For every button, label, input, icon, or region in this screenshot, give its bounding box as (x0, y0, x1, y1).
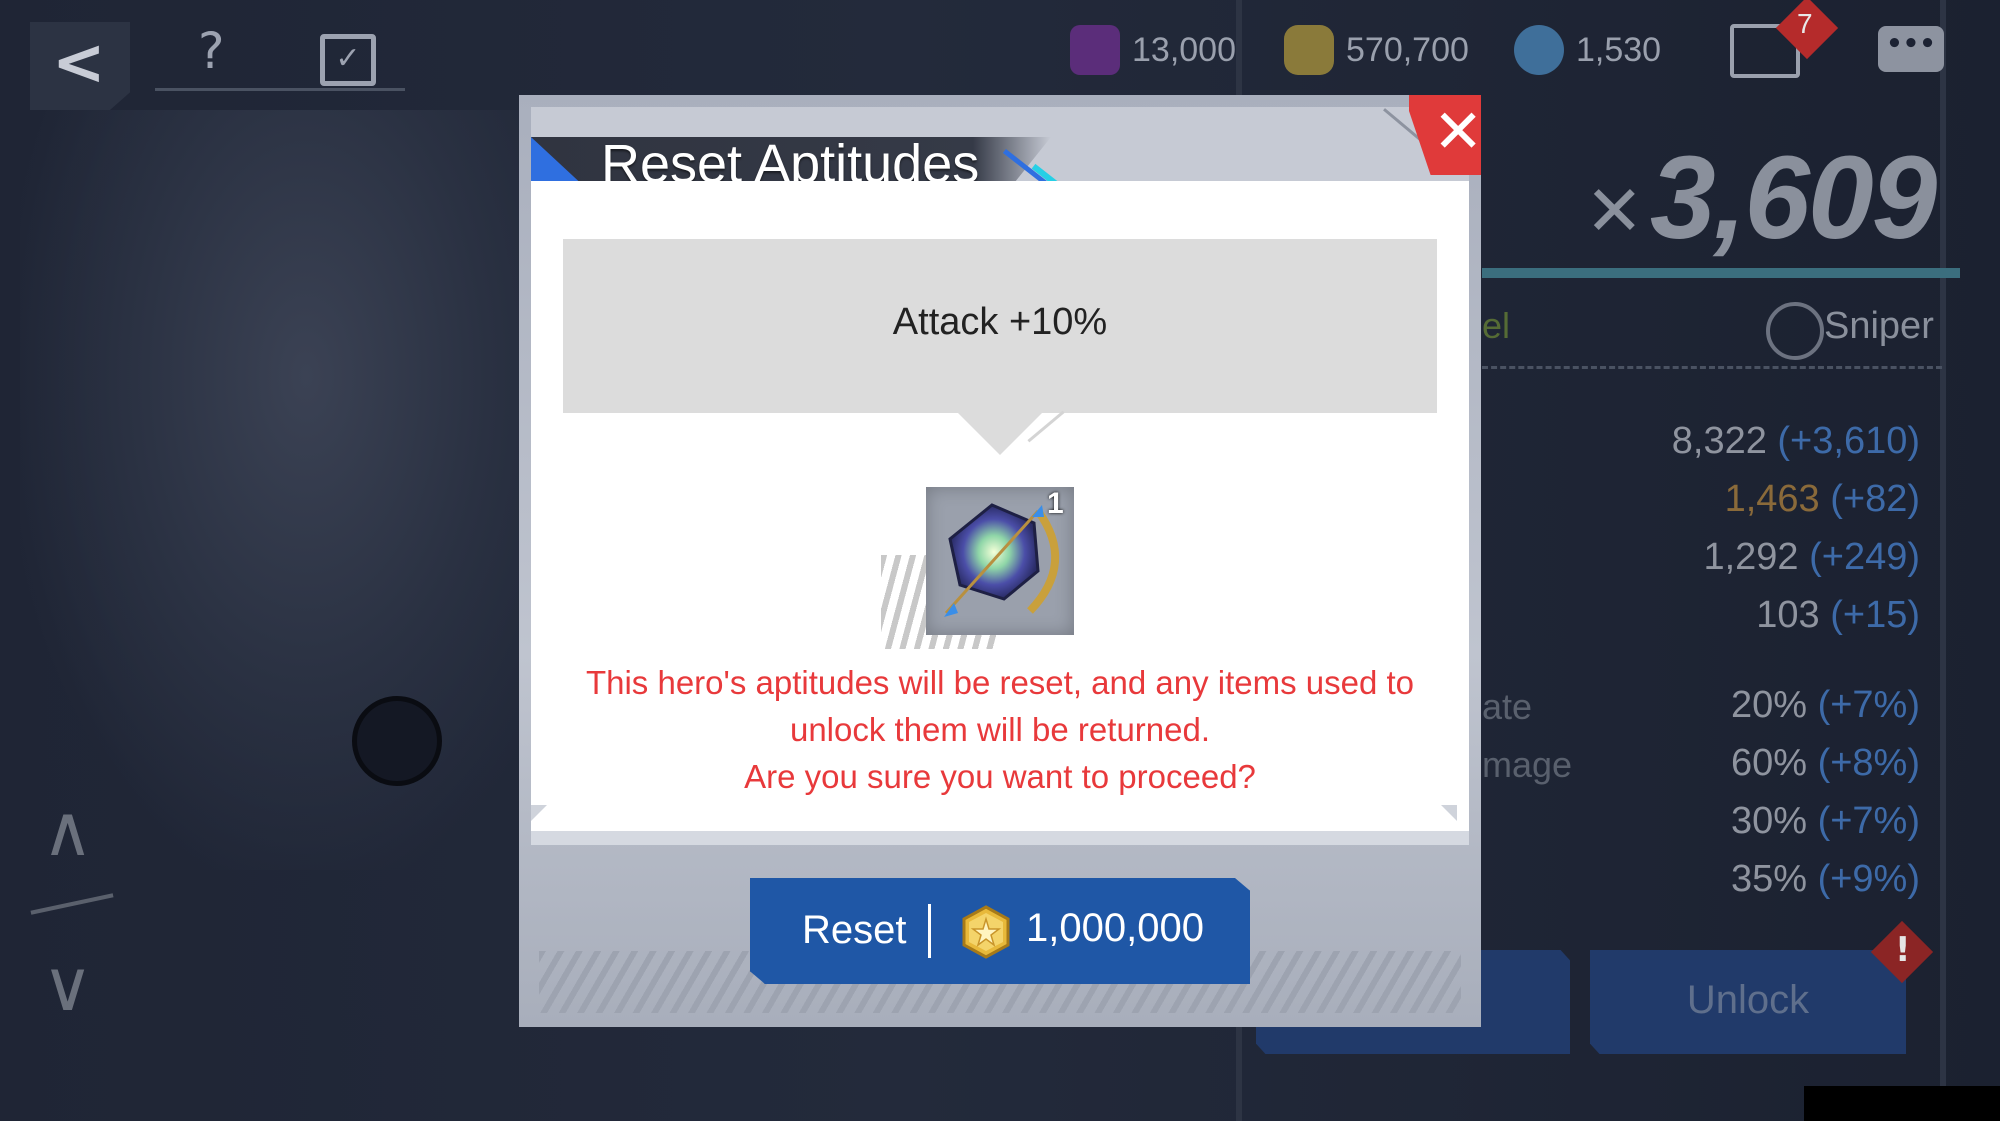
stat-bonus: (+249) (1809, 536, 1920, 578)
warning-line: This hero's aptitudes will be reset, and… (585, 664, 1415, 701)
back-arrow-icon: < (52, 26, 106, 100)
aptitude-effect: Attack +10% (892, 301, 1108, 343)
stat-bonus: (+15) (1830, 594, 1920, 636)
stat-value: 60% (1730, 742, 1808, 784)
reset-label: Reset (802, 908, 907, 952)
reset-cost: 1,000,000 (1026, 906, 1204, 950)
stat-bonus: (+3,610) (1777, 420, 1920, 462)
stat-value: 20% (1730, 684, 1808, 726)
chat-icon[interactable]: ••• (1878, 26, 1944, 72)
stat-bonus: (+7%) (1817, 800, 1920, 842)
button-separator (928, 904, 931, 958)
stat-row: 30% (+7%) (1560, 800, 1920, 843)
panel-corner (1441, 805, 1457, 821)
stat-row: 60% (+8%) (1560, 742, 1920, 785)
stat-bonus: (+8%) (1817, 742, 1920, 784)
warning-line: unlock them will be returned. (789, 711, 1211, 748)
stat-row: 1,292 (+249) (1560, 536, 1920, 579)
unlock-button[interactable]: Unlock (1590, 950, 1906, 1054)
crystal-icon (1514, 25, 1564, 75)
stat-value: 1,463 (1724, 478, 1820, 520)
stat-bonus: (+82) (1830, 478, 1920, 520)
resource-crest[interactable]: 13,000 (1070, 22, 1236, 78)
power-cross-icon: ✕ (1585, 170, 1644, 252)
topbar-underline (155, 88, 405, 91)
stat-row: 35% (+9%) (1560, 858, 1920, 901)
stat-value: 103 (1756, 594, 1820, 636)
stat-value: 35% (1730, 858, 1808, 900)
panel-divider-right (1940, 0, 1946, 1121)
gold-coin-icon (962, 905, 1010, 959)
skill-orb[interactable] (352, 696, 442, 786)
corner-overlay (1804, 1086, 2000, 1121)
dialog-body: Attack +10% 1 This hero's aptitudes will… (531, 181, 1469, 831)
gold-coin-icon (1284, 25, 1334, 75)
reset-button[interactable]: Reset 1,000,000 (750, 878, 1250, 984)
chevron-down-icon[interactable]: ∨ (42, 945, 93, 1027)
hero-portrait (20, 110, 540, 870)
calendar-check-icon[interactable]: ✓ (320, 34, 376, 86)
mail-count: 7 (1797, 8, 1813, 39)
gold-amount: 570,700 (1346, 30, 1469, 69)
panel-corner (531, 805, 547, 821)
tab-label[interactable]: el (1482, 305, 1510, 347)
aptitude-pointer (958, 413, 1042, 455)
warning-message: This hero's aptitudes will be reset, and… (531, 659, 1469, 800)
item-count: 1 (1047, 487, 1064, 520)
crest-amount: 13,000 (1132, 30, 1236, 69)
chevron-up-icon[interactable]: ∧ (42, 790, 93, 872)
crystal-amount: 1,530 (1576, 30, 1662, 69)
back-button[interactable]: < (30, 22, 130, 110)
crest-icon (1070, 25, 1120, 75)
stat-row: 103 (+15) (1560, 594, 1920, 637)
warning-line: Are you sure you want to proceed? (744, 758, 1256, 795)
stat-value: 1,292 (1703, 536, 1799, 578)
stat-row: 8,322 (+3,610) (1560, 420, 1920, 463)
stat-value: 30% (1730, 800, 1808, 842)
aptitude-box: Attack +10% (563, 239, 1437, 413)
stat-value: 8,322 (1671, 420, 1767, 462)
stat-label: mage (1482, 744, 1573, 785)
alert-icon: ! (1895, 930, 1911, 970)
help-button[interactable]: ? (198, 22, 225, 80)
sniper-class-icon (1766, 302, 1824, 360)
resource-crystal[interactable]: 1,530 (1514, 22, 1661, 78)
stats-divider (1482, 366, 1942, 369)
hero-power: 3,609 (1650, 132, 1937, 264)
close-icon: ✕ (1433, 97, 1484, 167)
stat-bonus: (+7%) (1817, 684, 1920, 726)
panel-footer (531, 831, 1469, 845)
stat-label: ate (1482, 686, 1533, 727)
stat-row: 20% (+7%) (1560, 684, 1920, 727)
resource-gold[interactable]: 570,700 (1284, 22, 1469, 78)
unlock-label: Unlock (1686, 978, 1810, 1022)
stat-row: 1,463 (+82) (1560, 478, 1920, 521)
reset-aptitudes-dialog: Reset Aptitudes ✕ Attack +10% 1 This her… (519, 95, 1481, 1027)
power-bar (1482, 268, 1960, 278)
help-icon: ? (198, 22, 225, 80)
stat-bonus: (+9%) (1817, 858, 1920, 900)
hero-class: Sniper (1824, 305, 1934, 347)
nav-divider (30, 893, 114, 915)
